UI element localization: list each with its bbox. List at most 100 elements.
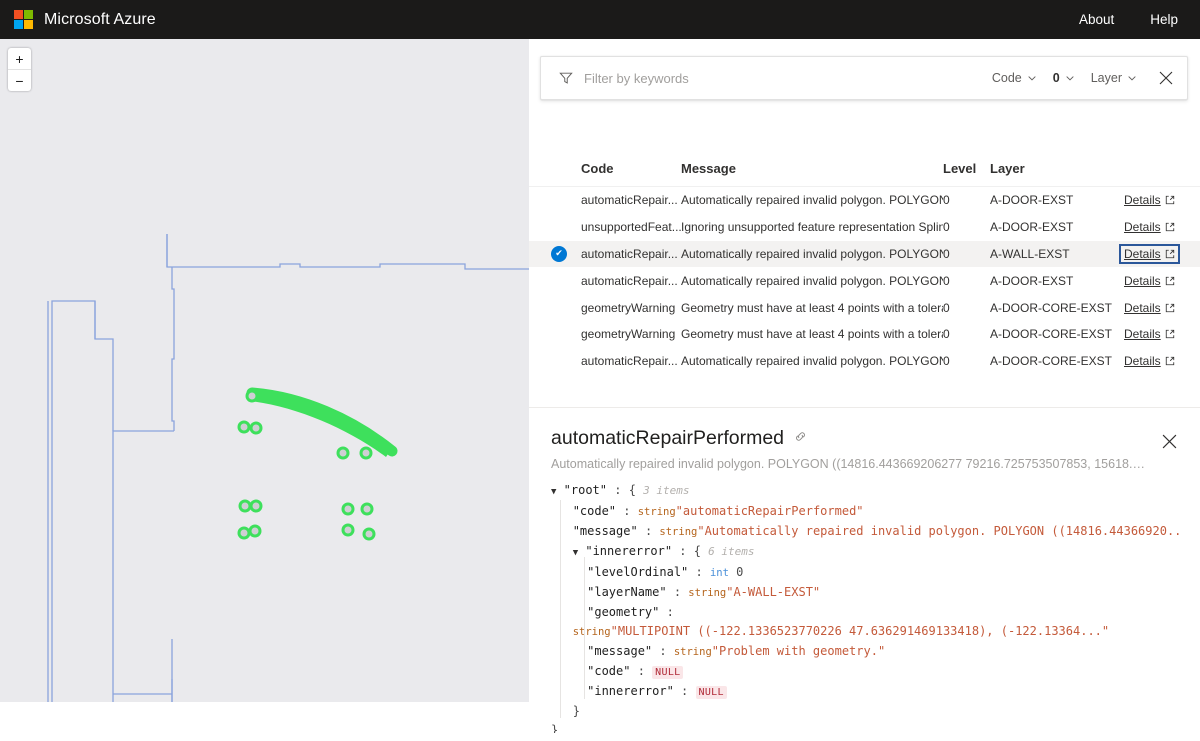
- header-layer: Layer: [990, 160, 1025, 176]
- json-value-levelordinal: 0: [736, 565, 744, 579]
- json-tree-viewer[interactable]: ▼ "root" : { 3 items "code" : string"aut…: [551, 481, 1184, 733]
- brand[interactable]: Microsoft Azure: [14, 10, 156, 29]
- nav-link-about[interactable]: About: [1061, 0, 1132, 39]
- json-line-code: "code" : string"automaticRepairPerformed…: [572, 504, 864, 518]
- json-type-geometry: string: [572, 626, 611, 638]
- map-zoom-controls: + −: [8, 48, 31, 91]
- table-row[interactable]: geometryWarning Geometry must have at lea…: [529, 321, 1200, 348]
- cell-message: Geometry must have at least 4 points wit…: [681, 327, 943, 342]
- filter-dropdown-code[interactable]: Code: [984, 57, 1045, 99]
- json-root-count: 3 items: [643, 484, 690, 497]
- chevron-down-icon: [1128, 76, 1136, 81]
- details-link-label: Details: [1124, 220, 1161, 235]
- filter-close-button[interactable]: [1145, 57, 1187, 99]
- cell-layer: A-DOOR-CORE-EXST: [990, 354, 1113, 369]
- json-value-inner-code: NULL: [652, 666, 684, 679]
- table-row[interactable]: automaticRepair... Automatically repaired…: [529, 187, 1200, 214]
- details-link[interactable]: Details: [1120, 272, 1179, 290]
- cell-level: 0: [943, 273, 950, 288]
- external-link-icon: [1165, 276, 1174, 285]
- cell-code: automaticRepair...: [581, 354, 678, 369]
- json-line-inner-innererror: "innererror" : NULL: [551, 682, 1184, 702]
- cell-code: unsupportedFeat...: [581, 220, 681, 235]
- table-row[interactable]: automaticRepair... Automatically repaired…: [529, 348, 1200, 375]
- cell-level: 0: [943, 300, 950, 315]
- cell-code: geometryWarning: [581, 300, 676, 315]
- external-link-icon: [1165, 249, 1174, 259]
- nav-link-help[interactable]: Help: [1132, 0, 1200, 39]
- collapse-caret-icon[interactable]: ▼: [573, 548, 578, 558]
- map-vector-layer: [47, 234, 529, 702]
- json-line-inner-message: "message" : string"Problem with geometry…: [587, 644, 886, 658]
- issue-detail-panel: automaticRepairPerformed Automatically r…: [529, 407, 1200, 741]
- json-key-innererror: "innererror": [585, 544, 673, 558]
- json-key-message: "message": [572, 524, 638, 538]
- tree-guide-line: [584, 557, 585, 699]
- json-key-inner-innererror: "innererror": [587, 684, 674, 698]
- json-key-levelordinal: "levelOrdinal": [587, 565, 689, 579]
- json-line-geometry-key: "geometry" :: [587, 605, 682, 619]
- top-navigation-bar: Microsoft Azure About Help: [0, 0, 1200, 39]
- json-value-inner-innererror: NULL: [695, 686, 727, 699]
- table-row[interactable]: ✔ automaticRepair... Automatically repaire…: [529, 240, 1200, 268]
- link-icon[interactable]: [793, 429, 808, 449]
- details-link-label: Details: [1124, 246, 1161, 261]
- close-icon: [1159, 71, 1173, 85]
- filter-dropdown-level-label: 0: [1052, 71, 1060, 85]
- collapse-caret-icon[interactable]: ▼: [551, 487, 556, 497]
- json-value-geometry: "MULTIPOINT ((-122.1336523770226 47.6362…: [610, 624, 1110, 638]
- json-line-innererror[interactable]: ▼ "innererror" : { 6 items: [551, 542, 1184, 563]
- json-type-levelordinal: int: [709, 567, 729, 579]
- row-select-checkbox[interactable]: ✔: [551, 245, 581, 262]
- issues-table: Code Message Level Layer automaticRepair…: [529, 150, 1200, 375]
- json-key-root: "root": [563, 483, 608, 497]
- cell-level: 0: [943, 246, 950, 261]
- table-row[interactable]: geometryWarning Geometry must have at lea…: [529, 294, 1200, 321]
- table-row[interactable]: automaticRepair... Automatically repaired…: [529, 267, 1200, 294]
- cell-code: geometryWarning: [581, 327, 676, 342]
- filter-dropdown-level[interactable]: 0: [1045, 57, 1083, 99]
- cell-level: 0: [943, 354, 950, 369]
- filter-dropdown-layer[interactable]: Layer: [1083, 57, 1145, 99]
- table-row[interactable]: unsupportedFeat... Ignoring unsupported f…: [529, 214, 1200, 241]
- details-link[interactable]: Details: [1120, 352, 1179, 370]
- details-link[interactable]: Details: [1120, 218, 1179, 236]
- cell-layer: A-DOOR-CORE-EXST: [990, 327, 1113, 342]
- cell-level: 0: [943, 193, 950, 208]
- filter-keywords-input[interactable]: [582, 57, 984, 99]
- cell-message: Automatically repaired invalid polygon. …: [681, 246, 943, 261]
- detail-close-button[interactable]: [1156, 428, 1182, 454]
- zoom-in-button[interactable]: +: [8, 48, 31, 70]
- json-key-geometry: "geometry": [587, 605, 660, 619]
- external-link-icon: [1165, 330, 1174, 339]
- json-line-root[interactable]: ▼ "root" : { 3 items: [551, 481, 1184, 502]
- details-link[interactable]: Details: [1120, 191, 1179, 209]
- map-canvas[interactable]: + −: [0, 39, 529, 702]
- details-link-label: Details: [1124, 193, 1161, 208]
- cell-message: Automatically repaired invalid polygon. …: [681, 273, 943, 288]
- json-line-inner-code: "code" : NULL: [551, 662, 1184, 682]
- cell-code: automaticRepair...: [581, 246, 678, 261]
- cell-layer: A-DOOR-EXST: [990, 220, 1074, 235]
- cell-details: Details: [1119, 243, 1200, 264]
- cell-message: Automatically repaired invalid polygon. …: [681, 193, 943, 208]
- details-link[interactable]: Details: [1120, 325, 1179, 343]
- cell-layer: A-DOOR-EXST: [990, 193, 1074, 208]
- filter-bar: Code 0 Layer: [540, 56, 1188, 100]
- details-link-label: Details: [1124, 300, 1161, 315]
- json-key-code: "code": [572, 504, 617, 518]
- json-key-inner-message: "message": [587, 644, 653, 658]
- header-level: Level: [943, 160, 977, 176]
- json-brace-root: }: [551, 723, 559, 733]
- zoom-out-button[interactable]: −: [8, 70, 31, 91]
- details-link[interactable]: Details: [1119, 243, 1180, 264]
- cell-details: Details: [1120, 325, 1200, 343]
- detail-header: automaticRepairPerformed Automatically r…: [529, 408, 1200, 471]
- cell-layer: A-DOOR-EXST: [990, 273, 1074, 288]
- cell-layer: A-WALL-EXST: [990, 246, 1070, 261]
- cell-details: Details: [1120, 272, 1200, 290]
- cell-message: Automatically repaired invalid polygon. …: [681, 354, 943, 369]
- cell-details: Details: [1120, 352, 1200, 370]
- details-link[interactable]: Details: [1120, 299, 1179, 317]
- chevron-down-icon: [1066, 76, 1074, 81]
